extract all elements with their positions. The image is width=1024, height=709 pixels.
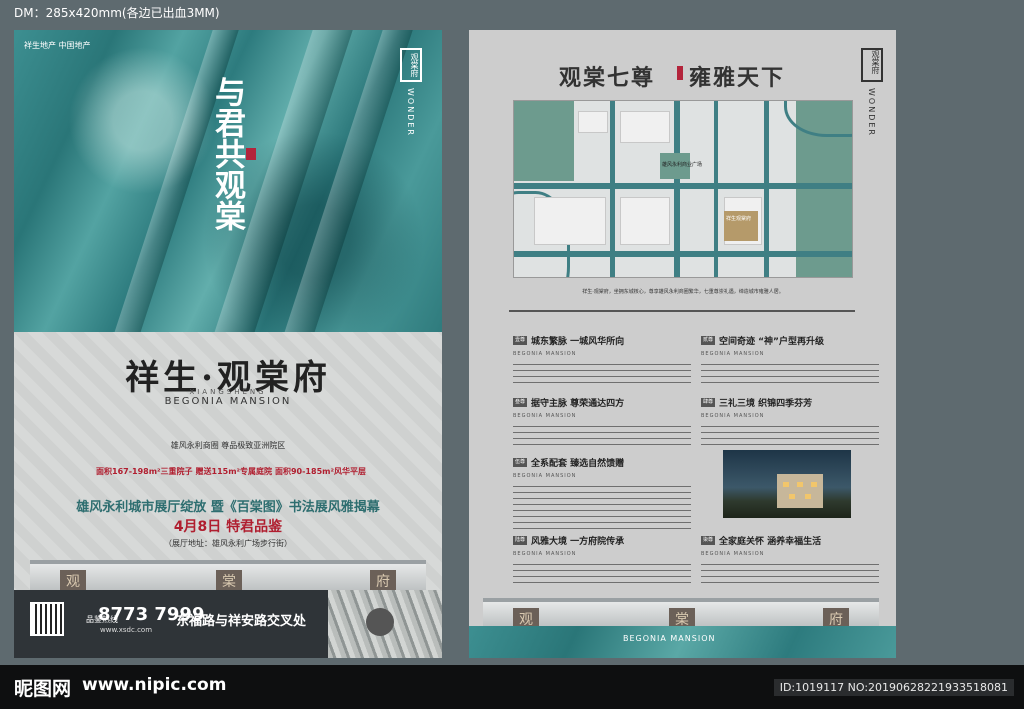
window-light [783,482,789,487]
map-block [620,111,670,143]
section-subtitle: BEGONIA MANSION [513,413,577,419]
qr-code-icon [30,602,64,636]
location-line: 雄风永利商圈 尊品极致亚洲院区 [170,441,286,450]
location-map: 雄风永利商业广场 祥生观棠府 [513,100,853,278]
map-block [578,111,608,133]
map-block [534,197,606,245]
feature-section: 叁尊 据守主脉 尊荣通达四方 BEGONIA MANSION [513,392,691,447]
mansion-text: BEGONIA MANSION [623,634,716,643]
spec-item: 赠送115m²专属庭院 [195,467,273,476]
red-seal [677,66,683,80]
map-block [620,197,670,245]
section-title: 空间奇迹 “神”户型再升级 [719,337,824,347]
section-title: 全系配套 臻选自然馈赠 [531,459,625,469]
section-tag: 陆尊 [513,536,527,545]
image-id: ID:1019117 NO:20190628221933518081 [773,679,1014,696]
section-tag: 柒尊 [701,536,715,545]
website: www.xsdc.com [100,626,153,634]
map-road [674,101,680,277]
section-tag: 肆尊 [701,398,715,407]
section-subtitle: BEGONIA MANSION [513,551,577,557]
poster-front: 祥生地产 中国地产 观棠府 WONDER 与君共观棠 祥生·观棠府 XIANGS… [14,30,442,658]
map-road [714,101,718,277]
section-title: 全家庭关怀 涵养幸福生活 [719,537,822,547]
map-road [514,251,852,257]
emblem-icon [366,608,394,636]
project-english: BEGONIA MANSION [164,396,292,407]
window-light [797,482,803,487]
watermark-footer: 昵图网 www.nipic.com ID:1019117 NO:20190628… [0,665,1024,709]
spec-label: DM：285x420mm(各边已出血3MM) [14,6,220,20]
heading-left: 观棠七尊 [559,65,656,91]
map-road [610,101,615,277]
feature-section: 肆尊 三礼三境 织锦四季芬芳 BEGONIA MANSION [701,392,879,447]
slogan: 与君共观棠 [209,76,245,231]
event-address: （展厅地址：雄风永利广场步行街） [164,539,292,548]
section-body [701,423,879,447]
event-line: 雄风永利城市展厅绽放 暨《百棠图》书法展风雅揭幕 [76,500,380,515]
map-label: 祥生观棠府 [726,216,752,222]
spec-item: 面积167-198m²三重院子 [96,467,193,476]
intro-text: 祥生·观棠府，坐拥东城核心，尊享雄风永利商圈繁华，七重尊崇礼遇，缔造城市雍雅人居… [582,289,784,295]
divider [509,310,855,312]
section-tag: 壹尊 [513,336,527,345]
section-body [701,361,879,385]
window-light [811,482,817,487]
section-subtitle: BEGONIA MANSION [701,351,765,357]
heading-right: 雍雅天下 [689,65,786,91]
section-body [513,561,691,585]
developer-logo: 祥生地产 中国地产 [24,41,91,50]
project-pinyin: XIANGSHENG [189,388,267,396]
spec-row: 面积167-198m²三重院子 赠送115m²专属庭院 面积90-185m²风华… [96,466,366,477]
section-body [513,483,691,531]
brand-logo: 观棠府 [861,48,883,82]
gate-banner: 观 棠 府 [30,560,426,594]
wonder-text: WONDER [406,88,415,137]
map-road [764,101,769,277]
section-body [701,561,879,585]
poster-back: 观棠七尊 雍雅天下 观棠府 WONDER 雄风永利商业广场 祥生观棠府 祥生·观… [469,30,896,658]
section-title: 据守主脉 尊荣通达四方 [531,399,625,409]
section-subtitle: BEGONIA MANSION [513,351,577,357]
spec-item: 面积90-185m²风华平层 [274,467,366,476]
section-tag: 伍尊 [513,458,527,467]
brand-logo: 观棠府 [400,48,422,82]
map-green-area [514,101,574,181]
section-body [513,361,691,385]
project-address: 东福路与祥安路交叉处 [176,614,307,629]
site-url[interactable]: www.nipic.com [82,675,226,695]
red-seal [246,148,256,160]
map-river [784,101,852,137]
section-subtitle: BEGONIA MANSION [701,551,765,557]
section-body [513,423,691,447]
section-tag: 贰尊 [701,336,715,345]
window-light [805,494,811,499]
map-label: 雄风永利商业广场 [662,162,703,168]
event-date: 4月8日 特君品鉴 [173,519,283,535]
section-subtitle: BEGONIA MANSION [513,473,577,479]
map-road [514,183,852,189]
section-title: 风雅大境 一方府院传承 [531,537,625,547]
window-light [789,494,795,499]
section-tag: 叁尊 [513,398,527,407]
feature-section: 柒尊 全家庭关怀 涵养幸福生活 BEGONIA MANSION [701,530,879,585]
feature-section: 伍尊 全系配套 臻选自然馈赠 BEGONIA MANSION [513,452,691,531]
feature-section: 壹尊 城东繁脉 一城风华所向 BEGONIA MANSION [513,330,691,385]
site-logo: 昵图网 [14,678,72,700]
rendering-photo [723,450,851,518]
section-subtitle: BEGONIA MANSION [701,413,765,419]
villa-building [777,474,823,508]
feature-section: 陆尊 风雅大境 一方府院传承 BEGONIA MANSION [513,530,691,585]
section-title: 三礼三境 织锦四季芬芳 [719,399,813,409]
wonder-text: WONDER [867,88,876,137]
feature-section: 贰尊 空间奇迹 “神”户型再升级 BEGONIA MANSION [701,330,879,385]
section-title: 城东繁脉 一城风华所向 [531,337,625,347]
